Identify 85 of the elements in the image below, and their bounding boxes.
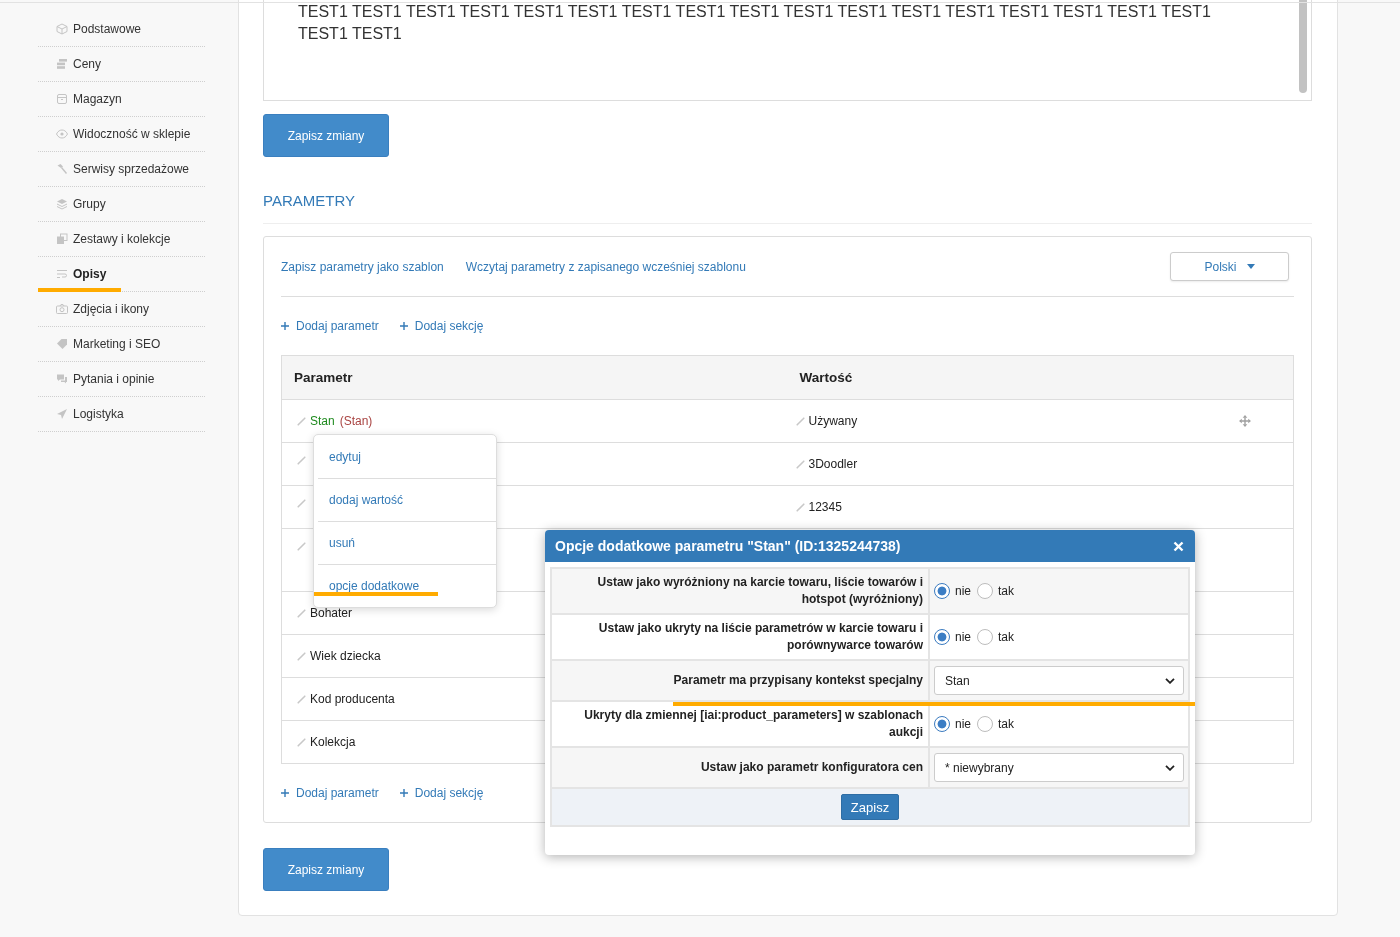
parameter-name: Wiek dziecka <box>310 648 381 664</box>
tag-icon <box>56 338 68 350</box>
box-icon <box>56 93 68 105</box>
add-parameter-link[interactable]: Dodaj parametr <box>281 319 379 333</box>
section-heading: PARAMETRY <box>263 191 356 211</box>
camera-icon <box>56 303 68 315</box>
sidebar-item[interactable]: Pytania i opinie <box>38 362 205 397</box>
plus-icon <box>399 322 408 330</box>
save-changes-button[interactable]: Zapisz zmiany <box>263 114 389 157</box>
caret-icon <box>1246 264 1255 269</box>
radio-button[interactable] <box>977 716 993 732</box>
radio-button[interactable] <box>977 629 993 645</box>
radio-button[interactable] <box>934 629 950 645</box>
radio-label: nie <box>955 630 971 644</box>
add-section-link[interactable]: Dodaj sekcję <box>399 319 484 333</box>
add-parameter-link[interactable]: Dodaj parametr <box>281 786 379 800</box>
sidebar-item[interactable]: Widoczność w sklepie <box>38 117 205 152</box>
menu-item[interactable]: opcje dodatkowe <box>318 564 496 607</box>
sidebar-item[interactable]: Marketing i SEO <box>38 327 205 362</box>
paper-plane-icon <box>56 408 68 420</box>
parameter-name: Kolekcja <box>310 734 356 750</box>
sidebar-item[interactable]: Zestawy i kolekcje <box>38 222 205 257</box>
plus-icon <box>399 789 408 797</box>
dialog-title: Opcje dodatkowe parametru "Stan" (ID:1325244738) <box>555 538 901 554</box>
eye-icon <box>56 128 68 140</box>
pencil-icon <box>795 502 805 512</box>
language-dropdown[interactable]: Polski <box>1170 252 1289 281</box>
chevron-icon <box>1165 677 1175 684</box>
scrollbar-thumb[interactable] <box>1299 0 1307 93</box>
column-header: Parametr <box>281 355 788 400</box>
parameter-name: Kod producenta <box>310 691 395 707</box>
copy-icon <box>56 233 68 245</box>
context-tag: (Stan) <box>339 413 373 429</box>
sidebar-item[interactable]: Grupy <box>38 187 205 222</box>
parameter-value: 12345 <box>808 499 842 515</box>
sidebar-item[interactable]: Ceny <box>38 47 205 82</box>
save-button[interactable]: Zapisz <box>841 794 899 820</box>
close-icon[interactable] <box>1173 540 1184 552</box>
move-icon[interactable] <box>1239 415 1252 427</box>
chevron-icon <box>1165 764 1175 771</box>
option-label: Ustaw jako parametr konfiguratora cen <box>700 760 923 774</box>
sidebar-item[interactable]: Magazyn <box>38 82 205 117</box>
radio-button[interactable] <box>977 583 993 599</box>
radio-label: tak <box>998 630 1015 644</box>
template-link[interactable]: Zapisz parametry jako szablon <box>281 259 444 274</box>
pencil-icon <box>795 416 805 426</box>
description-field[interactable]: TEST1 TEST1 TEST1 TEST1 TEST1 TEST1 TEST1 TEST1 TEST1 TEST1 TEST1 TEST1 TEST1 TEST1 TEST1 TEST1 TEST1 TEST1 TEST1 <box>263 0 1312 101</box>
add-section-link[interactable]: Dodaj sekcję <box>399 786 484 800</box>
cube-icon <box>56 23 68 35</box>
menu-item[interactable]: edytuj <box>318 435 496 478</box>
radio-label: nie <box>955 717 971 731</box>
sidebar-item[interactable]: Podstawowe <box>38 12 205 47</box>
plus-icon <box>281 322 289 330</box>
parameter-name: Stan <box>310 413 335 429</box>
save-changes-button[interactable]: Zapisz zmiany <box>263 848 389 891</box>
pencil-icon <box>795 459 805 469</box>
radio-label: tak <box>998 717 1015 731</box>
pencil-icon <box>297 416 306 426</box>
parameter-value: 3Doodler <box>808 456 858 472</box>
radio-button[interactable] <box>934 583 950 599</box>
layers-icon <box>56 198 68 210</box>
radio-label: nie <box>955 584 971 598</box>
option-label: Ustaw jako ukryty na liście parametrów w karcie towaru i porównywarce towarów <box>598 621 923 652</box>
option-label: Ukryty dla zmiennej [iai:product_parameters] w szablonach aukcji <box>584 708 923 739</box>
option-label: Parametr ma przypisany kontekst specjalny <box>673 673 923 687</box>
radio-button[interactable] <box>934 716 950 732</box>
parameter-value: Używany <box>808 413 858 429</box>
banknotes-icon <box>56 58 68 70</box>
select-field[interactable]: Stan <box>934 666 1184 695</box>
sidebar-item[interactable]: Logistyka <box>38 397 205 432</box>
column-header: Wartość <box>787 355 1198 400</box>
text-lines-icon <box>56 268 68 280</box>
sidebar-item[interactable]: Zdjęcia i ikony <box>38 292 205 327</box>
radio-label: tak <box>998 584 1015 598</box>
template-link[interactable]: Wczytaj parametry z zapisanego wcześniej szablonu <box>465 259 746 274</box>
menu-item[interactable]: dodaj wartość <box>318 478 496 521</box>
sidebar-item[interactable]: Serwisy sprzedażowe <box>38 152 205 187</box>
option-label: Ustaw jako wyróżniony na karcie towaru, liście towarów i hotspot (wyróżniony) <box>597 575 923 606</box>
parameter-name: Bohater <box>310 605 353 621</box>
select-field[interactable]: * niewybrany <box>934 753 1184 782</box>
chat-icon <box>56 373 68 385</box>
menu-item[interactable]: usuń <box>318 521 496 564</box>
sidebar-item[interactable]: Opisy <box>38 257 205 292</box>
hammer-icon <box>56 163 68 175</box>
plus-icon <box>281 789 289 797</box>
